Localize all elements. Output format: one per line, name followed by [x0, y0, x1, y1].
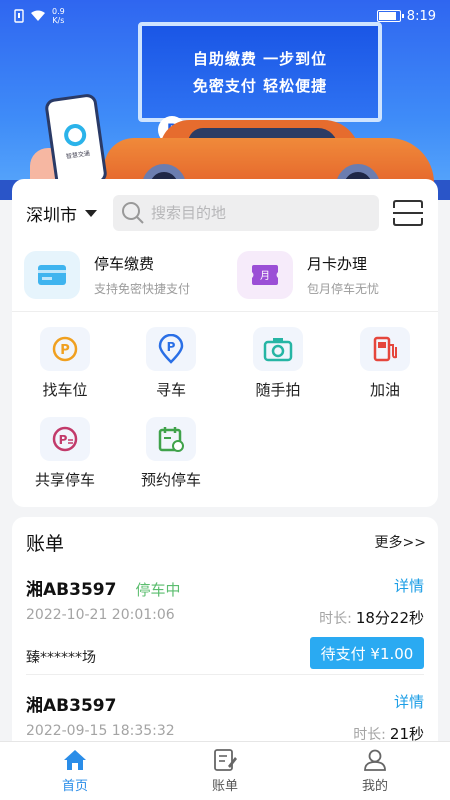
divider — [12, 311, 438, 312]
parking-status: 停车中 — [135, 581, 181, 599]
svg-text:月: 月 — [260, 270, 270, 282]
grid-label: 加油 — [369, 381, 400, 399]
feature-parking-payment[interactable]: 停车缴费 支持免密快捷支付 — [12, 249, 225, 301]
feature-subtitle: 包月停车无忧 — [307, 282, 380, 296]
feature-row: 停车缴费 支持免密快捷支付 月 月卡办理 包月停车无忧 — [12, 249, 438, 301]
app-logo-icon — [62, 122, 88, 147]
chevron-down-icon — [85, 209, 97, 217]
pay-button[interactable]: 待支付 ¥1.00 — [310, 637, 424, 669]
search-box[interactable] — [113, 195, 379, 231]
month-card-icon: 月 — [237, 251, 293, 299]
search-input[interactable] — [151, 204, 371, 222]
parking-lot-name: 臻******场 — [26, 650, 96, 666]
scan-button[interactable] — [391, 198, 425, 228]
main-card: 深圳市 停车缴费 支持免密快捷支付 月 — [12, 179, 438, 507]
status-bar: 0.9 K/s 8:19 — [0, 0, 450, 32]
card-icon — [24, 251, 80, 299]
grid-item-find-spot[interactable]: P 找车位 — [12, 327, 118, 400]
profile-icon — [364, 749, 386, 771]
battery-icon — [376, 10, 404, 22]
shared-parking-icon: P — [40, 417, 90, 461]
reserve-calendar-icon — [146, 417, 196, 461]
bill-item[interactable]: 湘AB3597 停车中 详情 2022-10-21 20:01:06 时长: 18… — [26, 575, 424, 671]
city-label: 深圳市 — [26, 205, 77, 226]
phone-app-name: 智慧交通 — [65, 149, 91, 161]
grid-label: 寻车 — [155, 381, 186, 399]
svg-text:P: P — [59, 433, 68, 447]
divider — [26, 674, 424, 675]
bill-card: 账单 更多>> 湘AB3597 停车中 详情 2022-10-21 20:01:… — [12, 517, 438, 757]
tab-label: 我的 — [361, 779, 388, 794]
tab-home[interactable]: 首页 — [0, 742, 150, 800]
svg-text:P: P — [60, 343, 70, 358]
tab-profile[interactable]: 我的 — [300, 742, 450, 800]
wifi-icon — [31, 10, 45, 21]
bottom-tab-bar: 首页 账单 我的 — [0, 741, 450, 800]
bill-icon — [214, 749, 237, 771]
grid-label: 找车位 — [42, 381, 88, 399]
parking-search-icon: P — [40, 327, 90, 371]
grid-item-shared-parking[interactable]: P 共享停车 — [12, 417, 118, 490]
feature-monthly-card[interactable]: 月 月卡办理 包月停车无忧 — [225, 249, 438, 301]
grid-label: 预约停车 — [140, 471, 201, 489]
city-selector[interactable]: 深圳市 — [26, 201, 97, 226]
grid-item-refuel[interactable]: 加油 — [332, 327, 438, 400]
banner-billboard: 自助缴费 一步到位 免密支付 轻松便捷 — [138, 22, 382, 122]
fuel-icon — [360, 327, 410, 371]
grid-item-find-car[interactable]: P 寻车 — [118, 327, 224, 400]
duration: 时长: 18分22秒 — [319, 609, 424, 627]
bill-title: 账单 — [26, 532, 65, 555]
camera-icon — [253, 327, 303, 371]
grid-label: 随手拍 — [255, 381, 301, 399]
parking-pin-icon: P — [146, 327, 196, 371]
home-icon — [64, 750, 86, 770]
network-speed: 0.9 K/s — [52, 7, 65, 25]
more-link[interactable]: 更多>> — [375, 532, 426, 552]
bill-header: 账单 更多>> — [26, 529, 426, 555]
tab-label: 首页 — [61, 779, 88, 794]
feature-title: 月卡办理 — [307, 255, 368, 273]
feature-subtitle: 支持免密快捷支付 — [94, 282, 191, 296]
clock: 8:19 — [406, 8, 436, 24]
grid-item-snapshot[interactable]: 随手拍 — [225, 327, 331, 400]
bill-time: 2022-09-15 18:35:32 — [26, 723, 175, 739]
detail-link[interactable]: 详情 — [394, 691, 424, 712]
bill-time: 2022-10-21 20:01:06 — [26, 607, 175, 623]
sim-icon — [14, 9, 24, 23]
grid-label: 共享停车 — [34, 471, 95, 489]
banner-line-1: 自助缴费 一步到位 — [192, 50, 328, 68]
detail-link[interactable]: 详情 — [394, 575, 424, 596]
tab-label: 账单 — [211, 779, 238, 794]
search-row: 深圳市 — [12, 194, 438, 232]
grid-item-reserve-parking[interactable]: 预约停车 — [118, 417, 224, 490]
feature-title: 停车缴费 — [94, 255, 155, 273]
svg-text:P: P — [167, 340, 176, 354]
banner-line-2: 免密支付 轻松便捷 — [192, 77, 328, 95]
scan-icon — [393, 200, 423, 226]
tab-bills[interactable]: 账单 — [150, 742, 300, 800]
plate-number: 湘AB3597 — [26, 580, 117, 600]
phone-illustration: 智慧交通 — [43, 92, 109, 190]
plate-number: 湘AB3597 — [26, 696, 117, 716]
search-icon — [122, 202, 144, 224]
